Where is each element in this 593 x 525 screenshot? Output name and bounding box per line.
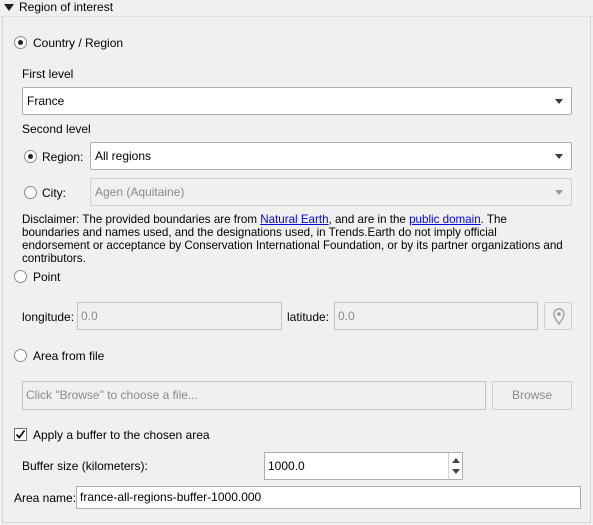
point-label: Point	[33, 270, 61, 284]
area-file-radio[interactable]	[14, 349, 27, 362]
buffer-size-value: 1000.0	[268, 459, 305, 473]
longitude-label: longitude:	[22, 310, 75, 324]
disclaimer-text: Disclaimer: The provided boundaries are …	[22, 213, 567, 265]
area-name-label: Area name:	[14, 491, 77, 505]
pick-point-button[interactable]	[544, 302, 572, 330]
buffer-size-label: Buffer size (kilometers):	[22, 459, 148, 473]
section-header[interactable]: Region of interest	[0, 0, 593, 17]
first-level-combo[interactable]: France	[22, 87, 572, 115]
disclaimer-part2: , and are in the	[328, 213, 410, 226]
spin-down-icon[interactable]	[452, 469, 460, 474]
city-radio[interactable]	[24, 186, 37, 199]
map-pin-icon	[553, 308, 565, 325]
region-radio[interactable]	[24, 150, 37, 163]
country-region-radio[interactable]	[14, 36, 27, 49]
point-radio[interactable]	[14, 270, 27, 283]
area-file-label: Area from file	[33, 349, 105, 363]
disclaimer-part1: Disclaimer: The provided boundaries are …	[22, 213, 261, 226]
second-level-label: Second level	[22, 122, 91, 136]
buffer-checkbox[interactable]	[14, 428, 27, 441]
buffer-label: Apply a buffer to the chosen area	[33, 428, 210, 442]
chevron-down-icon	[555, 99, 563, 104]
region-combo[interactable]: All regions	[90, 142, 572, 170]
longitude-input[interactable]: 0.0	[77, 302, 282, 330]
first-level-value: France	[27, 94, 65, 108]
city-combo[interactable]: Agen (Aquitaine)	[90, 178, 572, 206]
natural-earth-link[interactable]: Natural Earth	[260, 213, 328, 226]
first-level-label: First level	[22, 67, 74, 81]
chevron-down-icon	[555, 190, 563, 195]
collapse-arrow-icon[interactable]	[4, 4, 14, 12]
public-domain-link[interactable]: public domain	[409, 213, 481, 226]
region-value: All regions	[95, 149, 152, 163]
spin-buttons[interactable]	[448, 453, 462, 479]
buffer-size-spinbox[interactable]: 1000.0	[264, 452, 463, 480]
area-name-input[interactable]: france-all-regions-buffer-1000.000	[76, 486, 581, 509]
country-region-label: Country / Region	[33, 36, 124, 50]
city-value: Agen (Aquitaine)	[95, 185, 185, 199]
chevron-down-icon	[555, 154, 563, 159]
section-title: Region of interest	[19, 0, 114, 14]
latitude-input[interactable]: 0.0	[334, 302, 538, 330]
city-label: City:	[42, 186, 66, 200]
file-path-input[interactable]: Click "Browse" to choose a file...	[22, 381, 486, 410]
spin-up-icon[interactable]	[452, 458, 460, 463]
checkmark-icon	[15, 429, 26, 439]
latitude-label: latitude:	[287, 310, 330, 324]
region-label: Region:	[42, 150, 84, 164]
browse-button[interactable]: Browse	[492, 381, 572, 410]
